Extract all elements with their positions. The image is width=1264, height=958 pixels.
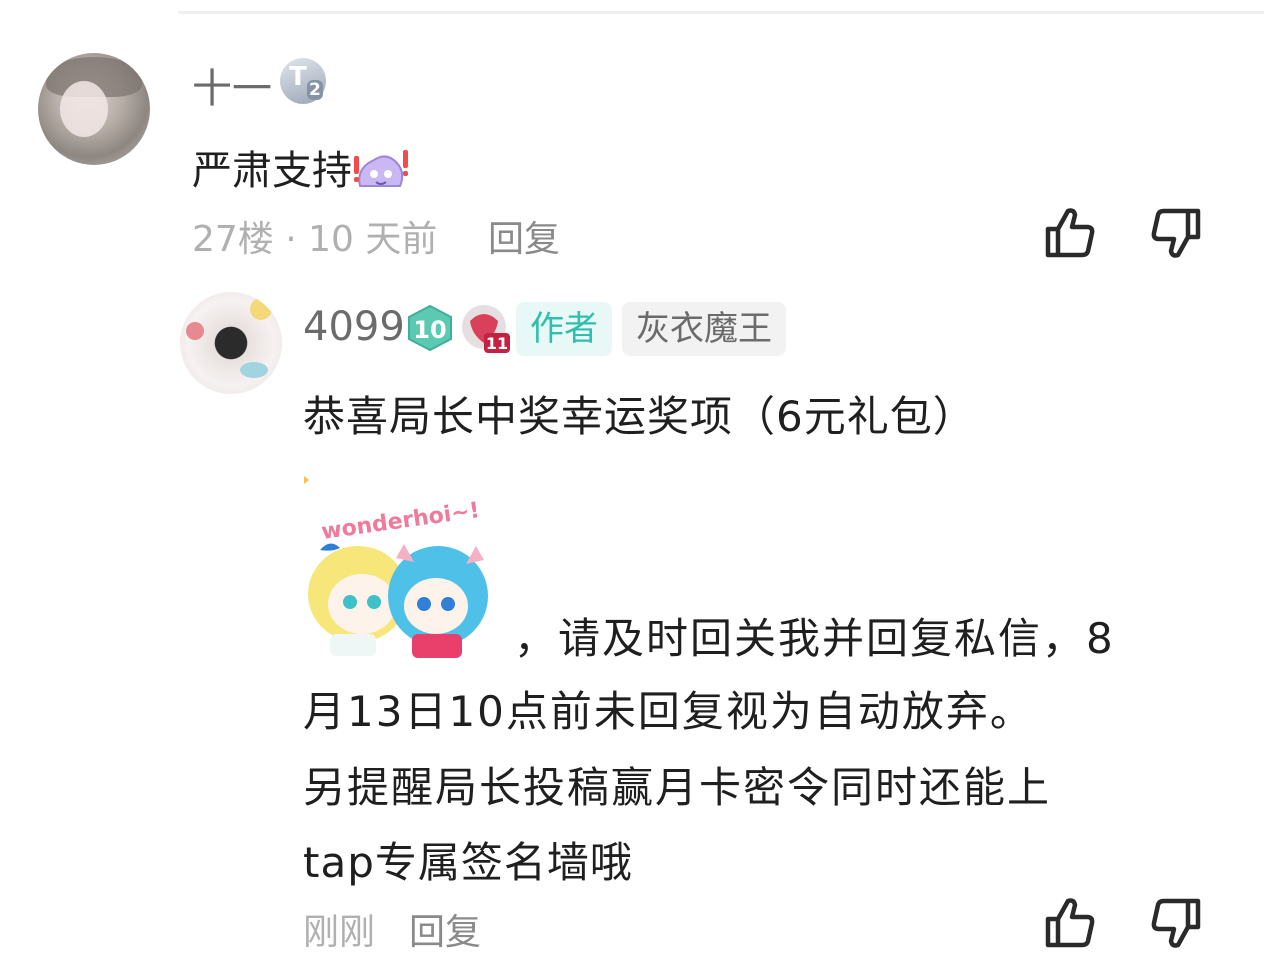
avatar-decoration	[186, 322, 204, 340]
comment-text-line: 月13日10点前未回复视为自动放弃。	[303, 687, 1034, 736]
thumbs-down-icon[interactable]	[1146, 893, 1206, 953]
reply-button[interactable]: 回复	[488, 210, 560, 262]
reply-button[interactable]: 回复	[409, 903, 481, 955]
thumbs-up-icon[interactable]	[1040, 203, 1100, 263]
avatar[interactable]	[38, 53, 150, 165]
rank-badge-number: 11	[486, 334, 508, 353]
comment-meta: 27楼 · 10 天前	[192, 219, 438, 260]
comment-text-content: 严肃支持	[192, 148, 352, 194]
avatar-face	[60, 81, 108, 137]
user-badge-icon: T 2	[280, 58, 326, 104]
title-tag: 灰衣魔王	[622, 302, 786, 356]
username[interactable]: 4099	[303, 304, 405, 350]
author-tag: 作者	[516, 302, 612, 356]
divider	[178, 11, 1264, 14]
comment-time: 刚刚	[303, 912, 376, 953]
rank-badge-icon: 11	[462, 305, 510, 353]
sticker-text: wonderhoi~!	[320, 498, 481, 545]
comment-text: 严肃支持	[192, 138, 410, 196]
username[interactable]: 十一	[192, 56, 272, 114]
thumbs-down-icon[interactable]	[1146, 203, 1206, 263]
comment-text-line: ，请及时回关我并回复私信，8	[514, 614, 1115, 663]
level-badge-icon: 10	[408, 305, 452, 351]
thumbs-up-icon[interactable]	[1040, 893, 1100, 953]
excited-blob-emoji-icon	[354, 150, 408, 187]
comment-text-line: tap专属签名墙哦	[303, 838, 633, 887]
wonderhoi-sticker-icon: wonderhoi~!	[304, 476, 488, 658]
avatar-decoration	[240, 362, 268, 378]
comment-text-line: 恭喜局长中奖幸运奖项（6元礼包）	[303, 392, 976, 441]
avatar[interactable]	[180, 292, 282, 394]
badge-letter: T	[289, 62, 307, 92]
level-badge-number: 10	[413, 316, 446, 344]
comment-text-line: 另提醒局长投稿赢月卡密令同时还能上	[303, 763, 1052, 812]
avatar-decoration	[250, 298, 272, 320]
badge-number: 2	[307, 80, 323, 100]
